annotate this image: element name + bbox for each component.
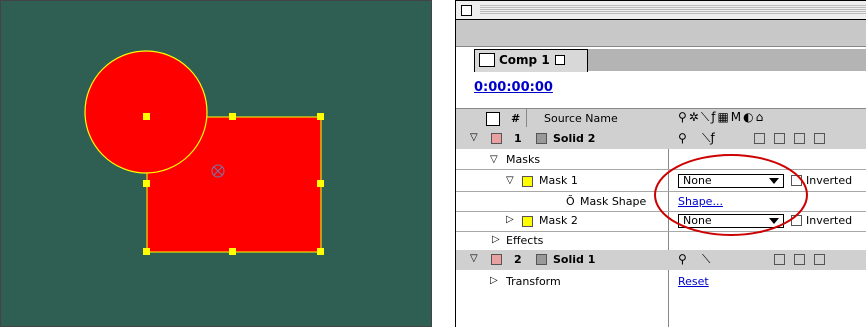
layer-switches[interactable]: ⚲ ⟍: [678, 252, 710, 267]
composition-viewer[interactable]: [0, 0, 432, 327]
inverted-label: Inverted: [806, 214, 853, 227]
switch-box[interactable]: [794, 254, 805, 265]
mask-circle[interactable]: [84, 50, 208, 174]
timecode-display[interactable]: 0:00:00:00: [474, 80, 553, 95]
switch-box[interactable]: [814, 254, 825, 265]
mask-name[interactable]: Mask 2: [539, 214, 578, 227]
hash-header: #: [511, 112, 521, 125]
layer-number: 1: [514, 132, 522, 145]
switch-box[interactable]: [814, 133, 825, 144]
masks-label: Masks: [506, 153, 541, 166]
mask-shape-label: Mask Shape: [580, 195, 647, 208]
solid-icon: [536, 254, 547, 265]
mask-color-swatch[interactable]: [522, 216, 533, 227]
switches-header-icons[interactable]: ⚲✲⟍ƒ▦M◐⌂: [678, 110, 765, 125]
highlight-ellipse: [654, 154, 808, 236]
twirl-down-icon[interactable]: ▽: [506, 175, 514, 186]
window-titlebar[interactable]: [456, 1, 866, 20]
twirl-down-icon[interactable]: ▽: [470, 132, 478, 143]
twirl-down-icon[interactable]: ▽: [470, 253, 478, 264]
twirl-right-icon[interactable]: ▷: [506, 214, 514, 225]
transform-reset-link[interactable]: Reset: [678, 275, 709, 288]
layer-label-color[interactable]: [491, 254, 502, 265]
switch-box[interactable]: [794, 133, 805, 144]
close-box-icon[interactable]: [461, 5, 472, 16]
timeline-window: Comp 1 0:00:00:00 # Source Name ⚲✲⟍ƒ▦M◐⌂…: [455, 0, 866, 327]
source-name-header[interactable]: Source Name: [544, 112, 618, 125]
layer-name[interactable]: Solid 2: [553, 132, 595, 145]
switch-box[interactable]: [774, 254, 785, 265]
layer-label-color[interactable]: [491, 133, 502, 144]
layer-switch-icon[interactable]: [486, 112, 500, 126]
tab-bar-fill: [586, 49, 866, 71]
switch-box[interactable]: [754, 133, 765, 144]
tab-close-icon[interactable]: [555, 55, 565, 65]
effects-label: Effects: [506, 234, 544, 247]
mask-name[interactable]: Mask 1: [539, 174, 578, 187]
switch-box[interactable]: [774, 133, 785, 144]
titlebar-stripes: [480, 5, 866, 15]
tab-comp[interactable]: Comp 1: [474, 49, 588, 72]
layer-number: 2: [514, 253, 522, 266]
header-sep: [526, 109, 527, 127]
twirl-right-icon[interactable]: ▷: [490, 275, 498, 286]
layer-name[interactable]: Solid 1: [553, 253, 595, 266]
comp-icon: [479, 53, 495, 67]
solid-icon: [536, 133, 547, 144]
transform-label: Transform: [506, 275, 561, 288]
twirl-right-icon[interactable]: ▷: [492, 234, 500, 245]
stopwatch-icon[interactable]: Ŏ: [566, 195, 575, 208]
tab-bar-background: [456, 20, 866, 47]
comp-canvas[interactable]: [1, 1, 433, 328]
twirl-down-icon[interactable]: ▽: [490, 154, 498, 165]
tab-label: Comp 1: [499, 53, 550, 67]
mask-color-swatch[interactable]: [522, 176, 533, 187]
layer-switches[interactable]: ⚲ ⟍ƒ: [678, 131, 715, 146]
inverted-label: Inverted: [806, 174, 853, 187]
